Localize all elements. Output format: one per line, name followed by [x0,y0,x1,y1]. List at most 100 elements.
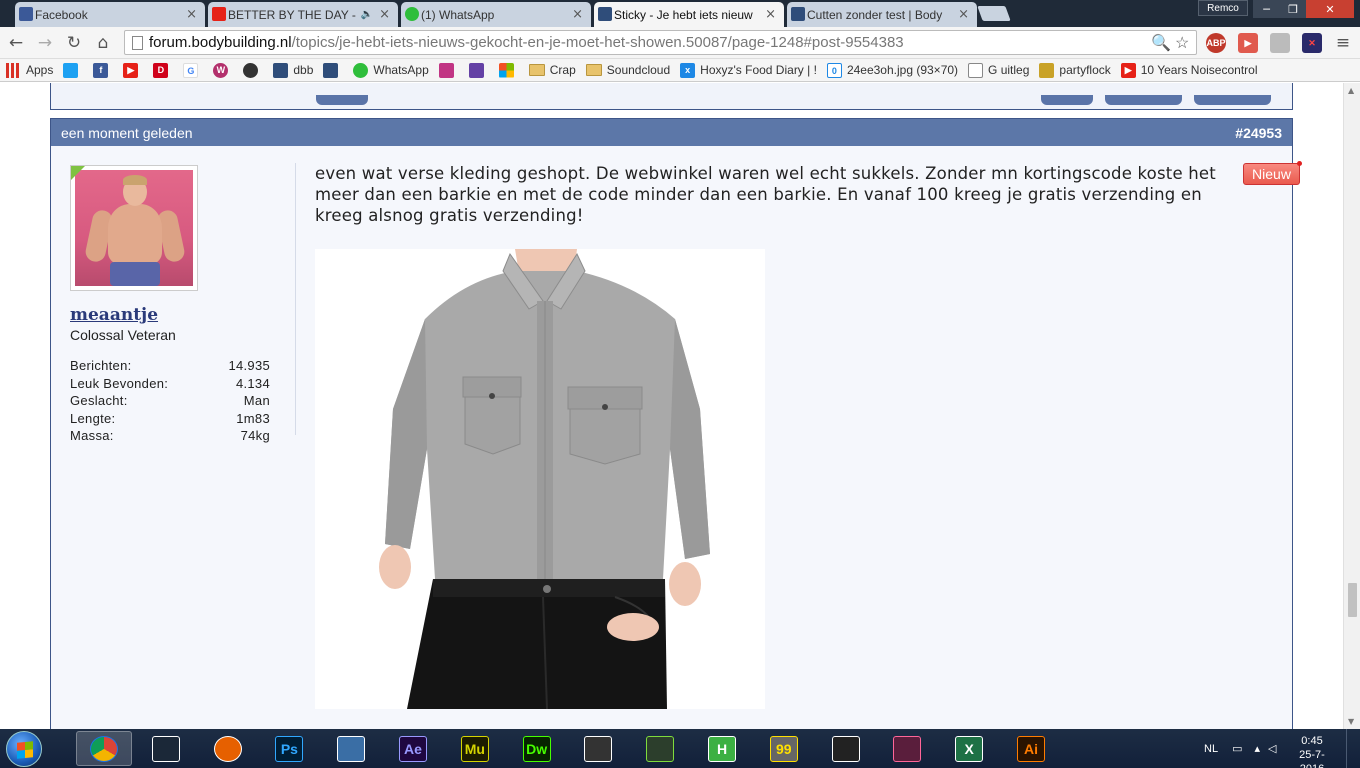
forward-arrow-icon[interactable]: → [35,33,55,53]
address-bar[interactable]: forum.bodybuilding.nl/topics/je-hebt-iet… [124,30,1197,55]
post-action-button[interactable] [1041,95,1093,105]
close-icon[interactable]: × [572,7,583,22]
adblock-icon[interactable]: ABP [1206,33,1226,53]
bookmark-google[interactable]: G [183,62,203,78]
extension-icon[interactable] [1270,33,1290,53]
username-link[interactable]: meaantje [70,305,296,325]
muse-icon: Mu [460,735,489,762]
bookmark-food-diary[interactable]: x Hoxyz's Food Diary | ! [680,62,817,78]
maximize-button[interactable]: ❐ [1280,0,1306,18]
bookmark-bodybuilding[interactable] [243,62,263,78]
bookmark-apps[interactable]: Apps [6,62,53,78]
bookmark-windows[interactable] [498,62,519,78]
media-icon [584,735,613,762]
taskbar-chrome-button[interactable] [76,731,132,766]
bookmark-scrobble[interactable]: W [213,62,233,78]
browser-toolbar: ← → ↻ ⌂ forum.bodybuilding.nl/topics/je-… [0,27,1360,59]
profile-button[interactable]: Remco [1198,0,1248,16]
taskbar-photoshop-button[interactable]: Ps [261,731,317,766]
bookmark-g-uitleg[interactable]: G uitleg [968,62,1029,78]
scroll-up-icon[interactable]: ▲ [1348,86,1354,95]
extension-icon[interactable]: ✕ [1302,33,1322,53]
back-arrow-icon[interactable]: ← [6,33,26,53]
new-tab-button[interactable] [977,6,1011,21]
bookmark-folder-soundcloud[interactable]: Soundcloud [585,63,670,77]
post-action-button[interactable] [1105,95,1182,105]
close-icon[interactable]: × [186,7,197,22]
bookmark-star-icon[interactable]: ☆ [1175,33,1189,53]
zoom-icon[interactable]: 🔍 [1151,33,1171,53]
bookmark-label: partyflock [1059,63,1111,77]
taskbar-steam-button[interactable] [138,731,194,766]
avatar[interactable] [70,165,198,291]
taskbar-dreamweaver-button[interactable]: Dw [509,731,565,766]
speaker-icon[interactable]: 🔈 [361,9,373,20]
apps-grid-icon [6,62,21,78]
taskbar-hammer-button[interactable]: H [694,731,750,766]
notepad-icon: 99 [769,735,798,762]
youtube-icon [212,7,226,21]
language-indicator[interactable]: NL [1204,743,1218,755]
bookmark-image[interactable]: 0 24ee3oh.jpg (93×70) [826,62,958,78]
volume-icon[interactable]: ◁ [1268,742,1276,755]
bookmark-twitter[interactable] [63,62,83,78]
battery-icon[interactable]: ▭ [1232,742,1242,755]
taskbar-recorder-button[interactable] [818,731,874,766]
post-number-link[interactable]: #24953 [1235,125,1282,141]
reload-icon[interactable]: ↻ [64,33,84,53]
close-icon[interactable]: × [379,7,390,22]
bookmark-dumpert[interactable]: D [153,62,173,78]
bookmark-partyflock[interactable]: partyflock [1039,62,1111,78]
minimize-button[interactable]: ─ [1253,0,1280,18]
taskbar-excel-button[interactable]: X [941,731,997,766]
image-icon: 0 [826,62,842,78]
taskbar-game-button[interactable] [879,731,935,766]
stat-value: 74kg [240,428,270,443]
close-icon[interactable]: × [958,7,969,22]
bookmark-facebook[interactable]: f [93,62,113,78]
post-action-button[interactable] [316,95,368,105]
bookmark-folder-crap[interactable]: Crap [528,63,576,77]
start-button[interactable] [6,731,42,767]
tab-youtube[interactable]: BETTER BY THE DAY - I 🔈 × [208,2,398,27]
tab-sticky-active[interactable]: Sticky - Je hebt iets nieuw × [594,2,784,27]
scrollbar-thumb[interactable] [1348,583,1357,617]
close-window-button[interactable]: ✕ [1306,0,1354,18]
tab-facebook[interactable]: Facebook × [15,2,205,27]
clock[interactable]: 0:45 25-7-2016 [1290,734,1334,768]
show-desktop-button[interactable] [1346,729,1360,768]
taskbar-illustrator-button[interactable]: Ai [1003,731,1059,766]
bookmark-youtube[interactable]: ▶ [123,62,143,78]
post-action-button[interactable] [1194,95,1271,105]
scroll-down-icon[interactable]: ▼ [1348,717,1354,726]
tab-whatsapp[interactable]: (1) WhatsApp × [401,2,591,27]
recorder-icon [831,735,860,762]
taskbar-after-effects-button[interactable]: Ae [385,731,441,766]
bookmark-whatsapp[interactable]: WhatsApp [353,62,429,78]
youtube-extension-icon[interactable]: ▶ [1238,33,1258,53]
bookmark-forum[interactable] [323,62,343,78]
close-icon[interactable]: × [765,7,776,22]
taskbar-firefox-button[interactable] [200,731,256,766]
windows-icon [498,62,514,78]
shirt-illustration [315,249,765,709]
shirt-photo[interactable] [315,249,765,709]
taskbar-media-button[interactable] [570,731,626,766]
page-scrollbar[interactable]: ▲ ▼ [1343,83,1360,729]
bookmark-noisecontrol[interactable]: ▶ 10 Years Noisecontrol [1120,62,1258,78]
page-viewport: een moment geleden #24953 meaantje Colos… [0,83,1343,729]
taskbar-notepad-button[interactable]: 99 [756,731,812,766]
bookmark-dbb[interactable]: dbb [273,62,313,78]
taskbar-fl-studio-button[interactable] [632,731,688,766]
user-title: Colossal Veteran [70,327,176,343]
taskbar-network-button[interactable] [323,731,379,766]
bookmark-instagram[interactable] [438,62,459,78]
bookmark-twitch[interactable] [468,62,489,78]
menu-icon[interactable]: ≡ [1333,33,1353,53]
home-icon[interactable]: ⌂ [93,33,113,53]
stat-label: Geslacht: [70,393,128,408]
show-hidden-icons-icon[interactable]: ▴ [1254,742,1260,755]
fl-studio-icon [646,735,675,762]
taskbar-muse-button[interactable]: Mu [447,731,503,766]
tab-cutten[interactable]: Cutten zonder test | Body × [787,2,977,27]
